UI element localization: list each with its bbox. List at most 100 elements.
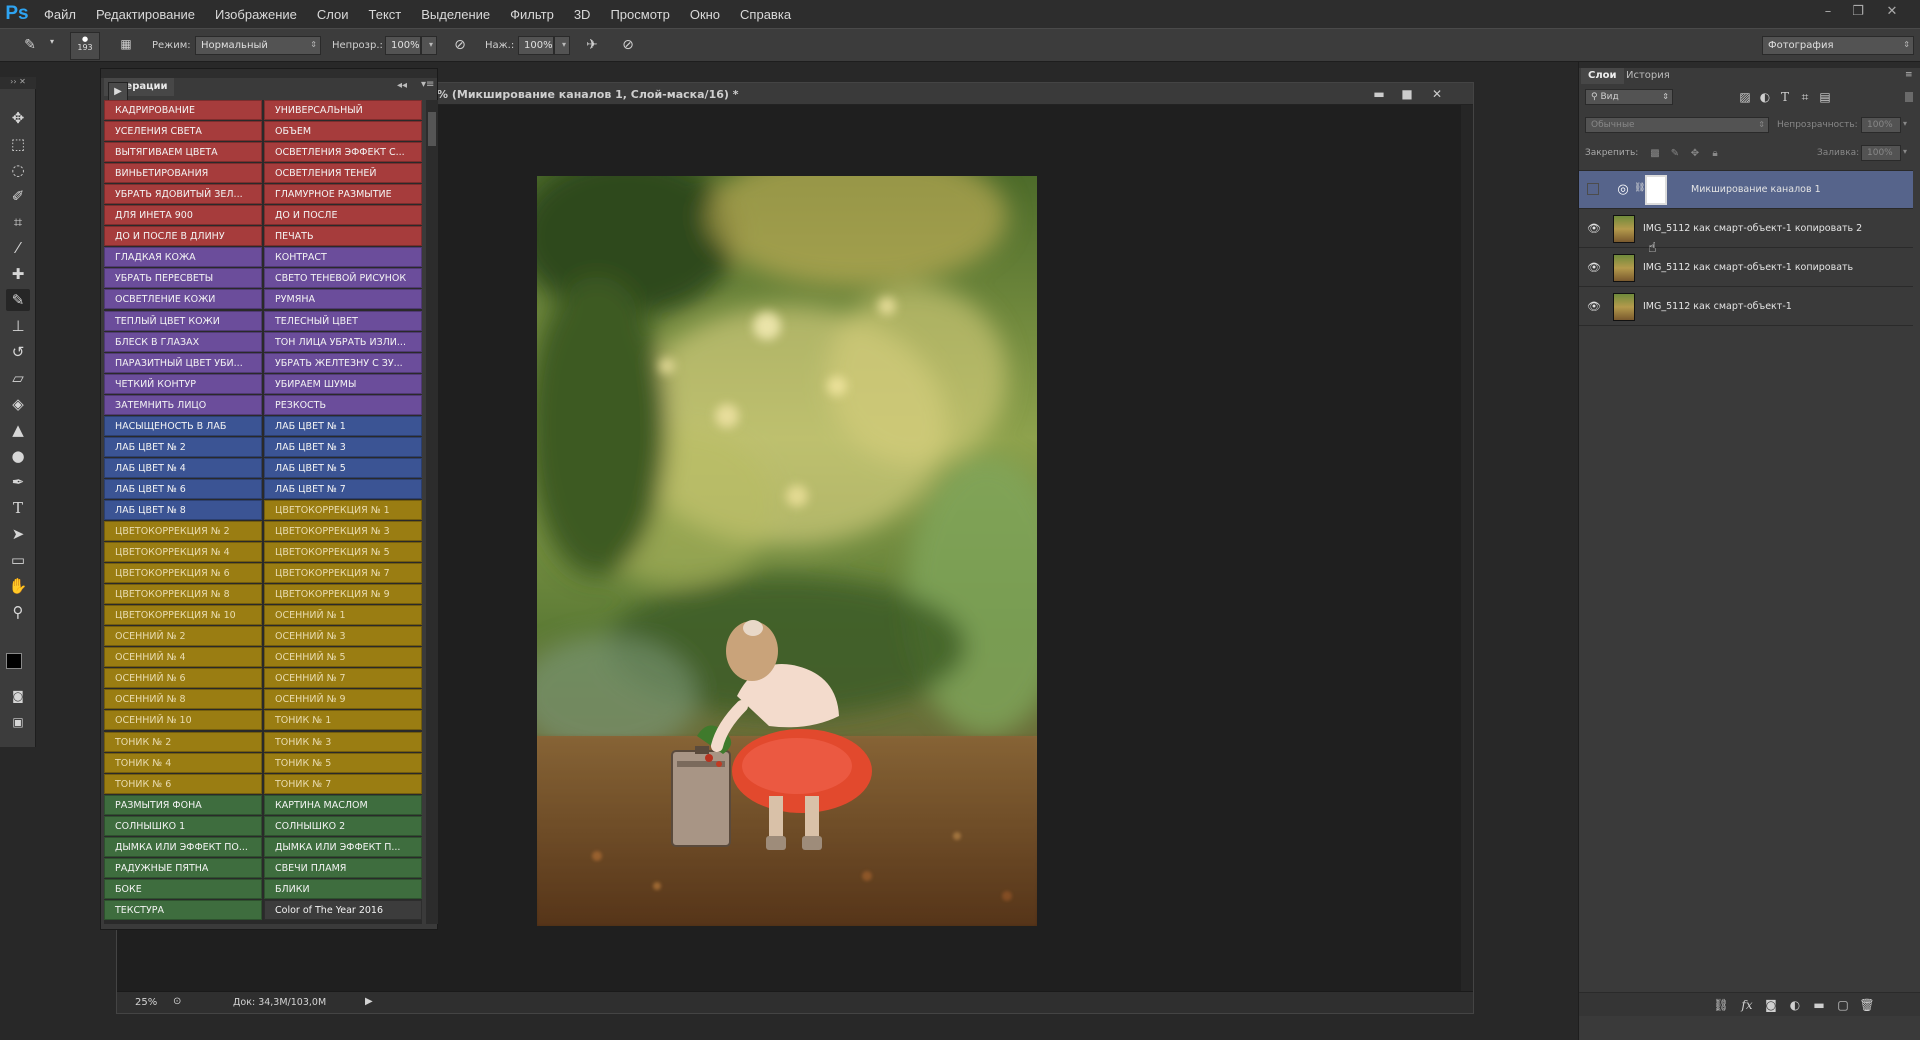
- filter-adjustment-icon[interactable]: ◐: [1757, 89, 1773, 105]
- eye-icon[interactable]: 👁︎: [1587, 300, 1601, 314]
- panel-menu-icon[interactable]: ≡: [1905, 70, 1913, 80]
- layer-row[interactable]: ◎ ⛓ Микширование каналов 1: [1579, 171, 1913, 209]
- chevron-down-icon[interactable]: ▾: [1903, 147, 1907, 156]
- pressure-field[interactable]: 100%: [518, 36, 554, 55]
- action-button[interactable]: ТОНИК № 1: [264, 710, 422, 731]
- action-button[interactable]: ЦВЕТОКОРРЕКЦИЯ № 7: [264, 563, 422, 584]
- action-button[interactable]: ОСЕННИЙ № 6: [104, 668, 262, 689]
- history-brush-tool-icon[interactable]: ↺: [6, 341, 30, 363]
- action-button[interactable]: ЛАБ ЦВЕТ № 4: [104, 457, 262, 478]
- action-button[interactable]: ДЛЯ ИНЕТА 900: [104, 205, 262, 226]
- play-button[interactable]: ▶: [104, 78, 128, 102]
- scrollbar-thumb[interactable]: [428, 112, 436, 146]
- action-button[interactable]: ДЫМКА ИЛИ ЭФФЕКТ ПО...: [104, 836, 262, 857]
- airbrush-icon[interactable]: ✈: [582, 37, 602, 55]
- action-button[interactable]: ГЛАМУРНОЕ РАЗМЫТИЕ: [264, 184, 422, 205]
- pen-tool-icon[interactable]: ✒: [6, 471, 30, 493]
- action-button[interactable]: ОСЕННИЙ № 2: [104, 626, 262, 647]
- menu-item[interactable]: Редактирование: [86, 7, 205, 22]
- action-button[interactable]: СВЕЧИ ПЛАМЯ: [264, 857, 422, 878]
- add-mask-icon[interactable]: ◙: [1763, 997, 1779, 1013]
- menu-item[interactable]: Слои: [307, 7, 359, 22]
- action-button[interactable]: УСЕЛЕНИЯ СВЕТА: [104, 121, 262, 142]
- minimize-doc-button[interactable]: ▬: [1367, 85, 1391, 103]
- path-selection-tool-icon[interactable]: ➤: [6, 523, 30, 545]
- layer-row[interactable]: 👁︎ IMG_5112 как смарт-объект-1: [1579, 288, 1913, 326]
- action-button[interactable]: ОСВЕТЛЕНИЕ КОЖИ: [104, 289, 262, 310]
- maximize-doc-button[interactable]: ■: [1395, 85, 1419, 103]
- brush-tool-icon[interactable]: ✎: [6, 289, 30, 311]
- layer-opacity-field[interactable]: 100%: [1861, 117, 1901, 133]
- chevron-down-icon[interactable]: ▾: [1903, 119, 1907, 128]
- action-button[interactable]: ОСЕННИЙ № 4: [104, 647, 262, 668]
- zoom-level[interactable]: 25%: [135, 997, 157, 1008]
- action-button[interactable]: ЛАБ ЦВЕТ № 5: [264, 457, 422, 478]
- action-button[interactable]: ДО И ПОСЛЕ В ДЛИНУ: [104, 226, 262, 247]
- link-layers-icon[interactable]: ⛓: [1713, 997, 1729, 1013]
- vertical-scrollbar[interactable]: [1461, 105, 1473, 993]
- action-button[interactable]: КАРТИНА МАСЛОМ: [264, 794, 422, 815]
- mask-link-icon[interactable]: ⛓: [1634, 183, 1645, 193]
- menu-item[interactable]: Текст: [359, 7, 412, 22]
- menu-item[interactable]: Выделение: [411, 7, 500, 22]
- action-button[interactable]: ТЕКСТУРА: [104, 899, 262, 920]
- restore-app-button[interactable]: ❐: [1848, 4, 1868, 20]
- action-button[interactable]: РУМЯНА: [264, 289, 422, 310]
- action-button[interactable]: Color of The Year 2016: [264, 899, 422, 920]
- action-button[interactable]: БОКЕ: [104, 878, 262, 899]
- action-button[interactable]: КАДРИРОВАНИЕ: [104, 100, 262, 120]
- crop-tool-icon[interactable]: ⌗: [6, 211, 30, 233]
- action-button[interactable]: ТОНИК № 4: [104, 752, 262, 773]
- blend-mode-select[interactable]: Обычные ⇕: [1585, 117, 1769, 133]
- action-button[interactable]: ЦВЕТОКОРРЕКЦИЯ № 5: [264, 542, 422, 563]
- opacity-dropdown[interactable]: ▾: [421, 36, 437, 55]
- brush-panel-toggle-icon[interactable]: ▦: [116, 37, 136, 55]
- action-button[interactable]: УБРАТЬ ПЕРЕСВЕТЫ: [104, 268, 262, 289]
- trash-icon[interactable]: 🗑︎: [1859, 997, 1875, 1013]
- action-button[interactable]: ЛАБ ЦВЕТ № 3: [264, 436, 422, 457]
- action-button[interactable]: ПАРАЗИТНЫЙ ЦВЕТ УБИ...: [104, 352, 262, 373]
- action-button[interactable]: НАСЫЩЕНОСТЬ В ЛАБ: [104, 415, 262, 436]
- menu-item[interactable]: Справка: [730, 7, 801, 22]
- filter-smartobject-icon[interactable]: ▤: [1817, 89, 1833, 105]
- new-adjustment-icon[interactable]: ◐: [1787, 997, 1803, 1013]
- action-button[interactable]: РАЗМЫТИЯ ФОНА: [104, 794, 262, 815]
- foreground-color-swatch[interactable]: [6, 653, 22, 669]
- quick-selection-tool-icon[interactable]: ✐: [6, 185, 30, 207]
- action-button[interactable]: ЦВЕТОКОРРЕКЦИЯ № 9: [264, 584, 422, 605]
- action-button[interactable]: ТОНИК № 7: [264, 773, 422, 794]
- action-button[interactable]: ЛАБ ЦВЕТ № 7: [264, 478, 422, 499]
- rectangle-tool-icon[interactable]: ▭: [6, 549, 30, 571]
- lock-all-icon[interactable]: 🔒︎: [1707, 146, 1723, 162]
- lock-position-icon[interactable]: ✥: [1687, 146, 1703, 162]
- layer-row[interactable]: 👁︎ IMG_5112 как смарт-объект-1 копировать…: [1579, 210, 1913, 248]
- action-button[interactable]: ЗАТЕМНИТЬ ЛИЦО: [104, 394, 262, 415]
- action-button[interactable]: ОБЪЕМ: [264, 121, 422, 142]
- eye-icon[interactable]: 👁︎: [1587, 222, 1601, 236]
- action-button[interactable]: ЦВЕТОКОРРЕКЦИЯ № 2: [104, 521, 262, 541]
- actions-panel-grip[interactable]: [101, 69, 437, 78]
- hand-tool-icon[interactable]: ✋: [6, 575, 30, 597]
- workspace-select[interactable]: Фотография ⇕: [1762, 36, 1914, 55]
- quick-mask-icon[interactable]: ◙: [6, 685, 30, 707]
- menu-item[interactable]: 3D: [564, 7, 601, 22]
- action-button[interactable]: ЦВЕТОКОРРЕКЦИЯ № 6: [104, 563, 262, 584]
- action-button[interactable]: КОНТРАСТ: [264, 247, 422, 268]
- action-button[interactable]: БЛИКИ: [264, 878, 422, 899]
- action-button[interactable]: ОСЕННИЙ № 5: [264, 647, 422, 668]
- action-button[interactable]: СОЛНЫШКО 1: [104, 815, 262, 836]
- action-button[interactable]: ДЫМКА ИЛИ ЭФФЕКТ П...: [264, 836, 422, 857]
- collapse-panel-icon[interactable]: ◂◂: [397, 80, 407, 91]
- action-button[interactable]: ТОНИК № 5: [264, 752, 422, 773]
- screen-mode-icon[interactable]: ▣: [6, 711, 30, 733]
- action-button[interactable]: ПЕЧАТЬ: [264, 226, 422, 247]
- pressure-dropdown[interactable]: ▾: [554, 36, 570, 55]
- action-button[interactable]: ЦВЕТОКОРРЕКЦИЯ № 3: [264, 521, 422, 541]
- action-button[interactable]: ДО И ПОСЛЕ: [264, 205, 422, 226]
- action-button[interactable]: УБРАТЬ ЯДОВИТЫЙ ЗЕЛ...: [104, 184, 262, 205]
- status-options-icon[interactable]: ⊙: [173, 996, 181, 1007]
- menu-item[interactable]: Просмотр: [600, 7, 679, 22]
- action-button[interactable]: ТОН ЛИЦА УБРАТЬ ИЗЛИ...: [264, 331, 422, 352]
- action-button[interactable]: ОСЕННИЙ № 9: [264, 689, 422, 710]
- action-button[interactable]: РАДУЖНЫЕ ПЯТНА: [104, 857, 262, 878]
